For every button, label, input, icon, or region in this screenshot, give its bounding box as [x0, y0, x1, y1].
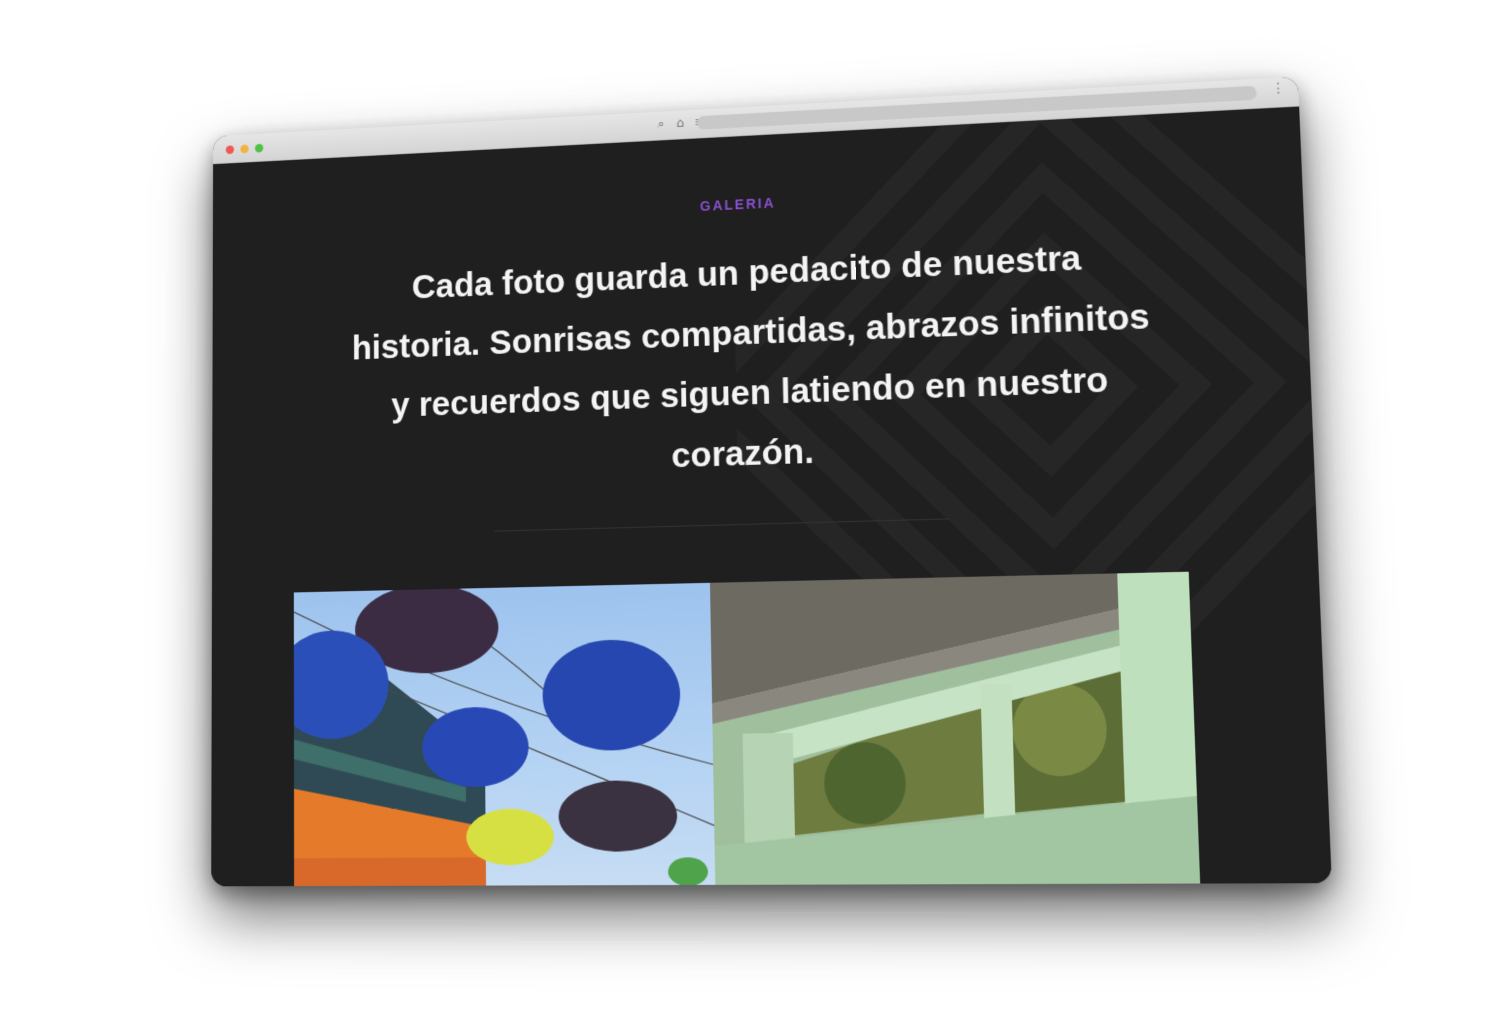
- gallery-photo-umbrellas[interactable]: [293, 582, 716, 887]
- close-window-button[interactable]: [225, 145, 235, 155]
- home-icon[interactable]: ⌂: [673, 116, 689, 132]
- maximize-window-button[interactable]: [255, 143, 264, 153]
- more-vertical-icon[interactable]: ⋮: [1271, 80, 1286, 97]
- umbrellas-image: [293, 582, 715, 887]
- browser-window: ⌕ ⌂ ≡ ⋮ GALERIA Cada foto guarda un peda…: [211, 76, 1332, 887]
- mockup-stage: ⌕ ⌂ ≡ ⋮ GALERIA Cada foto guarda un peda…: [0, 0, 1504, 1018]
- terrace-image: [709, 571, 1201, 887]
- search-icon[interactable]: ⌕: [653, 117, 669, 133]
- photo-gallery: [293, 571, 1201, 887]
- gallery-section: GALERIA Cada foto guarda un pedacito de …: [211, 106, 1332, 887]
- minimize-window-button[interactable]: [240, 144, 249, 154]
- section-headline: Cada foto guarda un pedacito de nuestra …: [351, 238, 1151, 476]
- gallery-photo-terrace[interactable]: [709, 571, 1201, 887]
